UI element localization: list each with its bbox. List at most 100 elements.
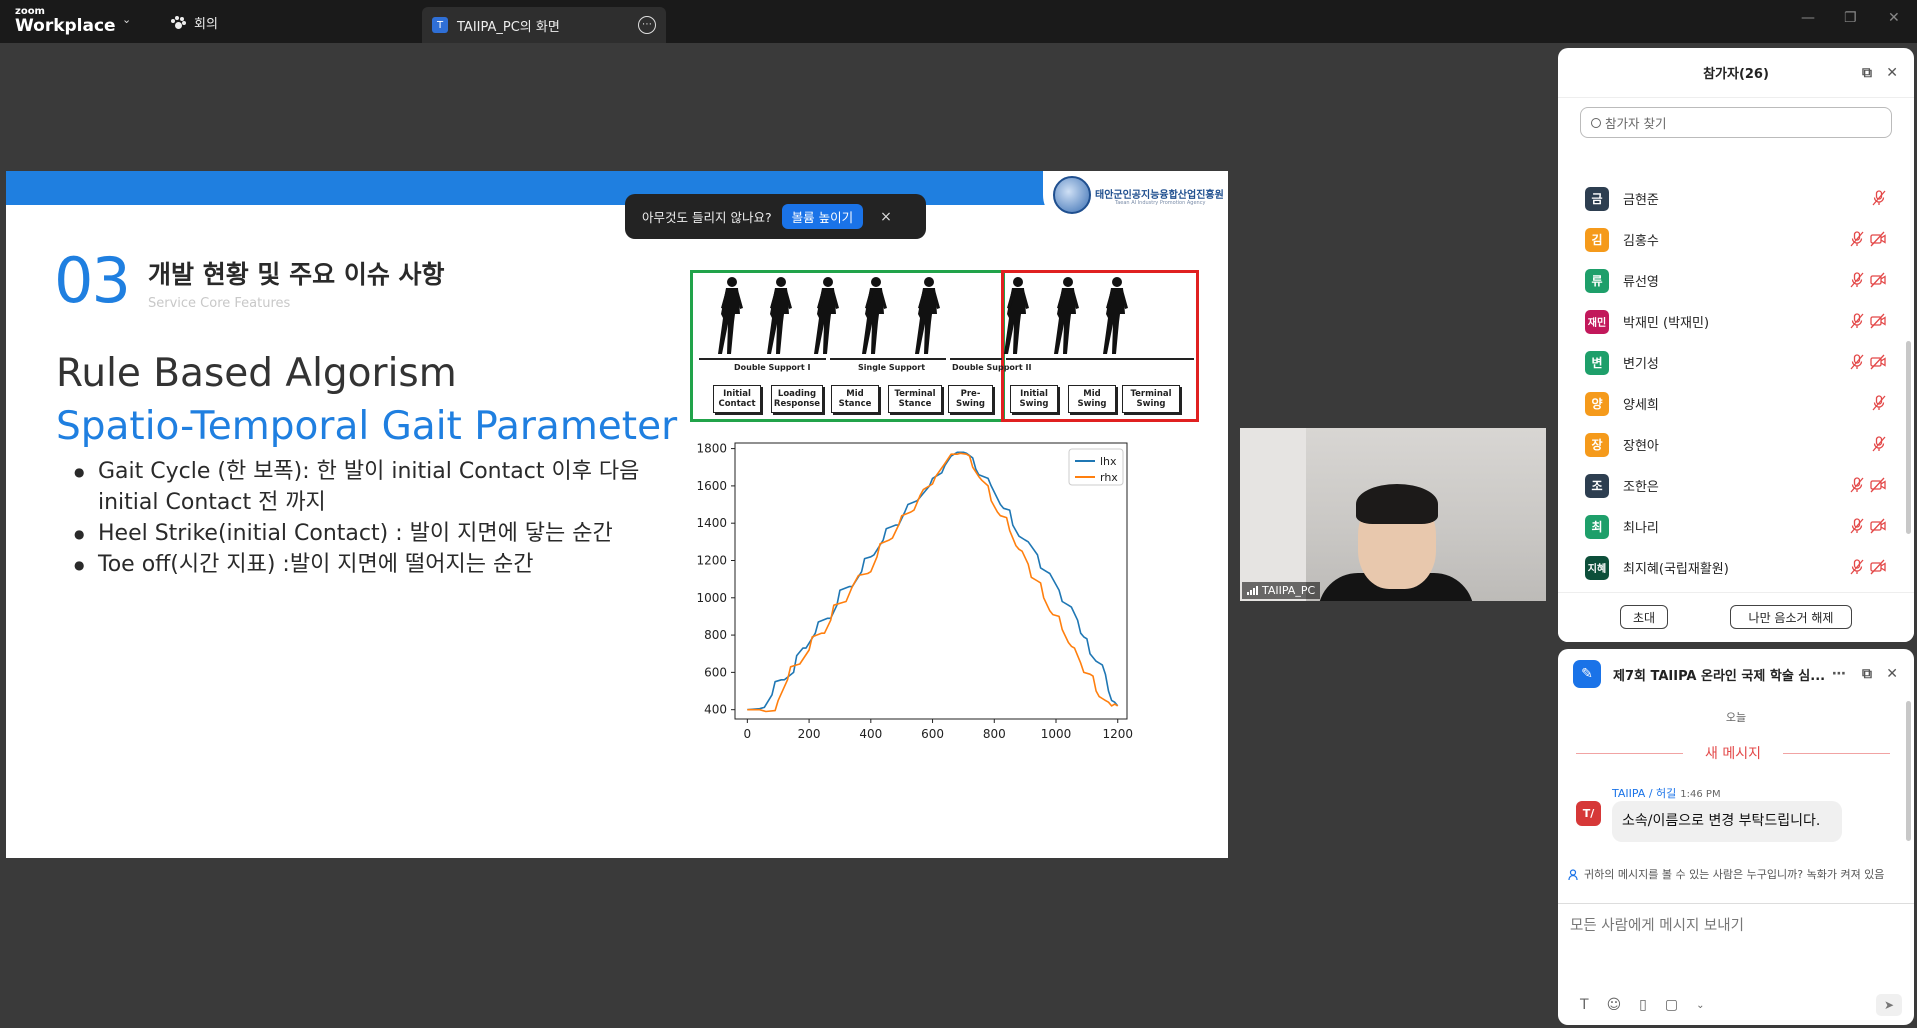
- popout-icon[interactable]: ⧉: [1862, 65, 1872, 81]
- video-off-icon[interactable]: [1870, 477, 1886, 493]
- participants-footer: 초대 나만 음소거 해제: [1558, 592, 1914, 642]
- close-icon[interactable]: ✕: [1886, 65, 1898, 81]
- walker-silhouette-icon: [718, 277, 743, 354]
- muted-mic-icon[interactable]: [1850, 477, 1864, 493]
- participant-row[interactable]: 김 김홍수: [1558, 219, 1898, 260]
- video-off-icon[interactable]: [1870, 313, 1886, 329]
- phase-label: Double Support I: [734, 363, 811, 372]
- video-off-icon[interactable]: [1870, 231, 1886, 247]
- participant-name: 장현아: [1623, 439, 1659, 454]
- new-messages-divider: 새 메시지: [1576, 743, 1891, 763]
- message-time: 1:46 PM: [1680, 789, 1721, 800]
- participant-search-input[interactable]: 참가자 찾기: [1580, 107, 1892, 138]
- series-line-lhx: [747, 451, 1119, 711]
- gait-phase-cell-line2: Stance: [898, 399, 932, 409]
- section-title: 개발 현황 및 주요 이슈 사항: [148, 260, 445, 289]
- edit-icon[interactable]: ✎: [1573, 660, 1601, 688]
- participant-row[interactable]: 금 금현준: [1558, 178, 1898, 219]
- phase-divider: [830, 358, 946, 360]
- muted-mic-icon[interactable]: [1872, 190, 1886, 206]
- more-icon[interactable]: ⋯: [1832, 666, 1846, 682]
- gait-phase-cell-line2: Swing: [1019, 399, 1049, 409]
- muted-mic-icon[interactable]: [1850, 313, 1864, 329]
- participant-row[interactable]: 장 장현아: [1558, 424, 1898, 465]
- message-compose[interactable]: 모든 사람에게 메시지 보내기 T ☺ ▯ ▢ ⌄ ➤: [1558, 903, 1914, 1025]
- participant-name: 박재민 (박재민): [1623, 316, 1710, 331]
- participant-row[interactable]: 최 최나리: [1558, 506, 1898, 547]
- participant-scrollbar[interactable]: [1906, 341, 1911, 534]
- person-icon: [1568, 869, 1578, 881]
- visibility-note[interactable]: 귀하의 메시지를 볼 수 있는 사람은 누구입니까? 녹화가 켜져 있음: [1568, 869, 1902, 881]
- chat-panel: ✎ 제7회 TAIIPA 온라인 국제 학술 심... ⋯ ⧉ ✕ 오늘 새 메…: [1558, 649, 1914, 1025]
- unmute-me-button[interactable]: 나만 음소거 해제: [1730, 605, 1852, 629]
- video-name-tag: TAIIPA_PC: [1242, 582, 1321, 599]
- avatar: 금: [1585, 186, 1609, 211]
- gait-phase-cell-line2: Stance: [838, 399, 872, 409]
- participant-row[interactable]: 조 조한은: [1558, 465, 1898, 506]
- participant-name: 금현준: [1623, 193, 1659, 208]
- y-tick-label: 1200: [696, 553, 727, 567]
- muted-mic-icon[interactable]: [1850, 518, 1864, 534]
- video-tile[interactable]: TAIIPA_PC: [1240, 428, 1546, 601]
- restore-icon[interactable]: ❐: [1844, 10, 1857, 26]
- gait-chart: 400 600 800 1000 1200 1400 1600 1800 0 200 400 600 8…: [696, 442, 1133, 741]
- phase-label: Double Support II: [952, 363, 1032, 372]
- participant-row[interactable]: 재민 박재민 (박재민): [1558, 301, 1898, 342]
- gait-phase-cell-line1: Pre-: [960, 389, 981, 399]
- video-off-icon[interactable]: [1870, 272, 1886, 288]
- walker-silhouette-icon: [767, 277, 792, 354]
- muted-mic-icon[interactable]: [1850, 272, 1864, 288]
- invite-button[interactable]: 초대: [1620, 605, 1668, 629]
- emoji-icon[interactable]: ☺: [1607, 997, 1622, 1013]
- text-format-icon[interactable]: T: [1580, 997, 1589, 1013]
- gait-phase-cell: Terminal Stance: [888, 385, 942, 413]
- video-off-icon[interactable]: [1870, 559, 1886, 575]
- chevron-down-icon[interactable]: ⌄: [122, 13, 131, 26]
- screenshot-icon[interactable]: ▢: [1665, 997, 1678, 1013]
- participant-name: 조한은: [1623, 480, 1659, 495]
- tab-screen-share[interactable]: T TAIIPA_PC의 화면 ⋯: [422, 7, 666, 43]
- chat-scrollbar[interactable]: [1906, 701, 1911, 841]
- muted-mic-icon[interactable]: [1850, 231, 1864, 247]
- video-person-hair: [1356, 484, 1438, 524]
- participant-row[interactable]: 변 변기성: [1558, 342, 1898, 383]
- more-options-icon[interactable]: ⋯: [638, 16, 656, 34]
- y-tick-label: 1000: [696, 591, 727, 605]
- logo-big-text: Workplace: [15, 16, 116, 36]
- section-number: 03: [54, 244, 131, 317]
- muted-mic-icon[interactable]: [1850, 559, 1864, 575]
- close-window-icon[interactable]: ✕: [1888, 10, 1900, 26]
- volume-up-button[interactable]: 볼륨 높이기: [781, 204, 864, 229]
- y-tick-label: 600: [704, 665, 727, 679]
- toast-close-icon[interactable]: ×: [880, 209, 892, 225]
- muted-mic-icon[interactable]: [1850, 354, 1864, 370]
- legend-label: lhx: [1100, 455, 1117, 468]
- phase-divider: [950, 358, 1002, 360]
- avatar: 지혜: [1585, 555, 1609, 580]
- legend-label: rhx: [1100, 471, 1118, 484]
- y-tick-label: 1600: [696, 479, 727, 493]
- participant-list: 금 금현준김 김홍수 류 류선영 재민 박재민 (박재민) 변 변기성 양 양세희 장 장현아 조 조한은 최…: [1558, 178, 1898, 629]
- minimize-icon[interactable]: —: [1801, 10, 1815, 26]
- muted-mic-icon[interactable]: [1872, 395, 1886, 411]
- muted-mic-icon[interactable]: [1872, 436, 1886, 452]
- video-off-icon[interactable]: [1870, 354, 1886, 370]
- heading-rule-based: Rule Based Algorism: [56, 351, 457, 396]
- x-tick-label: 1200: [1102, 727, 1133, 741]
- tab-meeting[interactable]: 회의: [170, 13, 218, 32]
- zoom-workplace-logo[interactable]: zoom Workplace: [15, 7, 116, 35]
- y-tick-label: 1800: [696, 442, 727, 456]
- participant-row[interactable]: 류 류선영: [1558, 260, 1898, 301]
- participants-title: 참가자(26): [1703, 67, 1769, 82]
- video-off-icon[interactable]: [1870, 518, 1886, 534]
- send-button[interactable]: ➤: [1876, 994, 1902, 1016]
- participant-row[interactable]: 양 양세희: [1558, 383, 1898, 424]
- chat-close-icon[interactable]: ✕: [1886, 666, 1898, 682]
- chat-popout-icon[interactable]: ⧉: [1862, 666, 1872, 682]
- paw-icon: [170, 15, 186, 30]
- gait-phase-cell: Initial Swing: [1010, 385, 1058, 413]
- gait-phase-cell-line1: Terminal: [1130, 389, 1172, 399]
- file-icon[interactable]: ▯: [1639, 997, 1647, 1013]
- participant-row[interactable]: 지혜 최지혜(국립재활원): [1558, 547, 1898, 588]
- chevron-down-icon[interactable]: ⌄: [1696, 1000, 1704, 1011]
